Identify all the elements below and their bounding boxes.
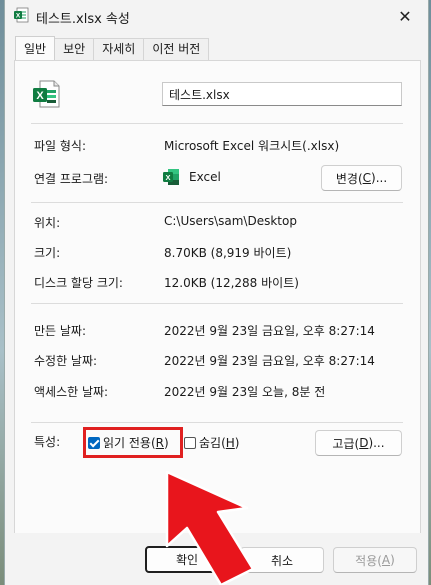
modified-value: 2022년 9월 23일 금요일, 오후 8:27:14 <box>164 354 375 368</box>
tab-details[interactable]: 자세히 <box>93 38 145 60</box>
general-panel <box>14 60 421 534</box>
excel-file-icon: X <box>33 80 60 108</box>
advanced-button-suffix: )... <box>368 436 385 450</box>
change-button[interactable]: 변경(C)... <box>321 165 402 191</box>
hidden-accesskey: H <box>225 435 235 450</box>
size-on-disk-value: 12.0KB (12,288 바이트) <box>164 276 299 290</box>
size-value: 8.70KB (8,919 바이트) <box>164 246 292 260</box>
excel-app-icon: X <box>163 169 179 185</box>
created-value: 2022년 9월 23일 금요일, 오후 8:27:14 <box>164 324 375 338</box>
divider <box>31 202 403 203</box>
divider <box>31 123 403 124</box>
close-icon: ✕ <box>398 6 412 26</box>
size-on-disk-label: 디스크 할당 크기: <box>34 276 123 290</box>
red-arrow-annotation <box>165 470 255 585</box>
checkbox-unchecked-icon <box>184 436 196 449</box>
excel-file-icon: X <box>14 7 29 23</box>
apply-button-accesskey: A <box>381 553 391 567</box>
accessed-value: 2022년 9월 23일 오늘, 8분 전 <box>164 385 326 399</box>
location-value: C:\Users\sam\Desktop <box>164 214 297 228</box>
tab-previous-versions[interactable]: 이전 버전 <box>143 38 210 60</box>
advanced-button-label: 고급( <box>332 436 360 451</box>
advanced-button[interactable]: 고급(D)... <box>315 430 402 456</box>
tab-general[interactable]: 일반 <box>15 36 56 60</box>
apply-button-label: 적용( <box>355 553 382 568</box>
change-button-label: 변경( <box>335 171 363 186</box>
apply-button-suffix: ) <box>390 553 395 567</box>
properties-window: X 테스트.xlsx 속성 ✕ 일반 보안 자세히 이전 버전 X 테스트.xl… <box>4 0 429 585</box>
file-type-value: Microsoft Excel 워크시트(.xlsx) <box>164 139 340 153</box>
hidden-label: 숨김( <box>199 436 226 450</box>
hidden-suffix: ) <box>234 435 240 450</box>
advanced-button-accesskey: D <box>359 436 369 450</box>
opens-with-value: Excel <box>189 170 221 184</box>
close-button[interactable]: ✕ <box>382 0 428 32</box>
change-button-accesskey: C <box>362 171 372 185</box>
tab-security[interactable]: 보안 <box>54 38 95 60</box>
change-button-suffix: )... <box>371 171 388 185</box>
hidden-checkbox[interactable]: 숨김(H) <box>184 434 239 451</box>
location-label: 위치: <box>34 216 61 230</box>
accessed-label: 액세스한 날짜: <box>34 385 109 399</box>
file-type-label: 파일 형식: <box>34 139 87 153</box>
opens-with-label: 연결 프로그램: <box>34 172 109 186</box>
created-label: 만든 날짜: <box>34 324 87 338</box>
svg-text:X: X <box>16 13 21 20</box>
divider <box>31 303 403 304</box>
attributes-label: 특성: <box>34 435 61 449</box>
svg-text:X: X <box>36 90 44 102</box>
svg-text:X: X <box>165 173 170 182</box>
apply-button[interactable]: 적용(A) <box>333 547 417 573</box>
window-title: 테스트.xlsx 속성 <box>36 12 130 27</box>
divider <box>31 422 403 423</box>
size-label: 크기: <box>34 246 61 260</box>
file-name-input[interactable]: 테스트.xlsx <box>162 82 402 106</box>
annotation-highlight-box <box>83 427 183 458</box>
title-bar: X 테스트.xlsx 속성 ✕ <box>5 0 428 32</box>
tab-strip: 일반 보안 자세히 이전 버전 <box>15 36 210 60</box>
modified-label: 수정한 날짜: <box>34 354 98 368</box>
